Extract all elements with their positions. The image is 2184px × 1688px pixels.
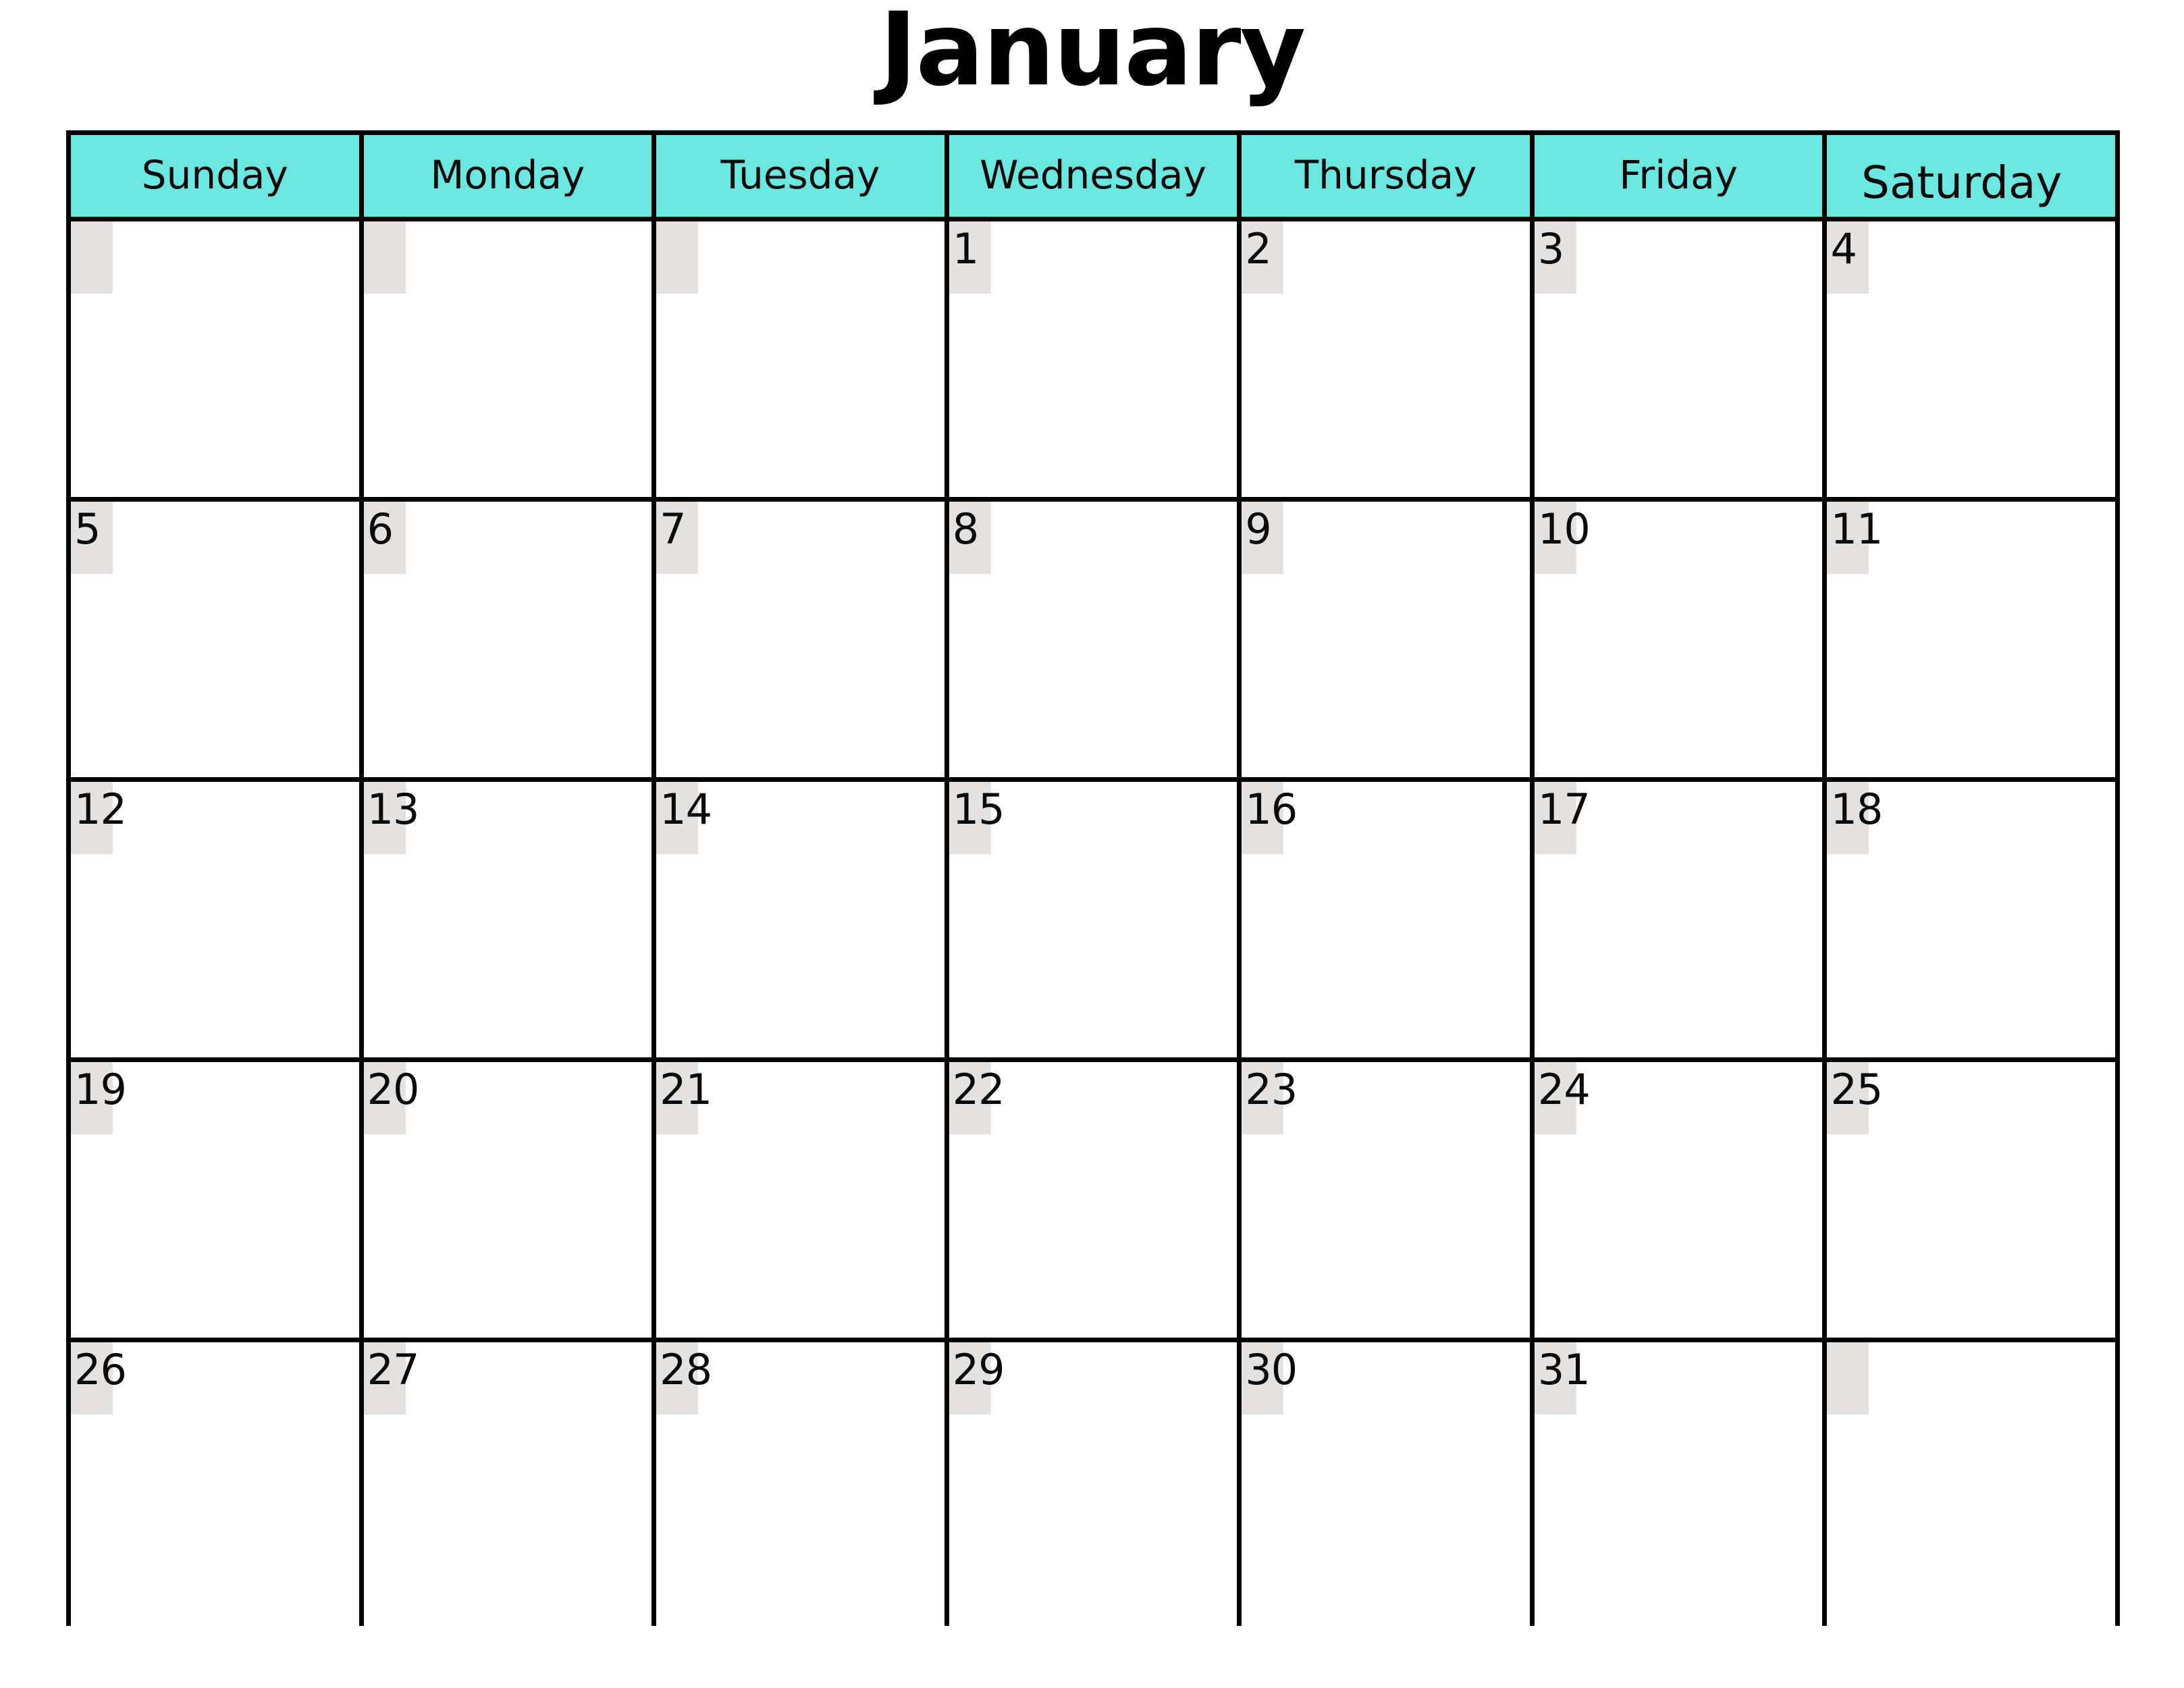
weekday-header-label: Sunday: [141, 151, 288, 198]
date-number: 8: [952, 504, 979, 554]
calendar-week-row: 19 20 21 22 23 24 25: [71, 1062, 2116, 1342]
date-number: 21: [660, 1065, 712, 1114]
date-number: 28: [660, 1345, 712, 1394]
date-number: 22: [952, 1065, 1005, 1114]
weekday-header-thursday: Thursday: [1242, 135, 1535, 217]
date-number: 13: [367, 785, 420, 834]
date-chip: [363, 221, 406, 294]
page-title: January: [879, 0, 1306, 109]
date-number: 16: [1245, 785, 1298, 834]
calendar-day-cell[interactable]: 14: [656, 782, 949, 1057]
calendar-day-cell[interactable]: 22: [949, 1062, 1242, 1338]
calendar-day-cell[interactable]: 30: [1242, 1342, 1535, 1626]
calendar-day-cell[interactable]: [1827, 1342, 2116, 1626]
calendar-day-cell[interactable]: 15: [949, 782, 1242, 1057]
calendar-day-cell[interactable]: 20: [363, 1062, 657, 1338]
date-number: 2: [1245, 224, 1271, 273]
weekday-header-friday: Friday: [1534, 135, 1828, 217]
calendar-day-cell[interactable]: 2: [1242, 221, 1535, 497]
date-number: 31: [1537, 1345, 1591, 1394]
calendar-day-cell[interactable]: 13: [363, 782, 657, 1057]
date-number: 15: [952, 785, 1005, 834]
date-number: 10: [1537, 504, 1591, 554]
calendar-day-cell[interactable]: 12: [71, 782, 364, 1057]
date-number: 5: [74, 504, 101, 554]
date-number: 1: [952, 224, 979, 273]
calendar-day-cell[interactable]: 8: [949, 502, 1242, 777]
calendar-week-row: 1 2 3 4: [71, 221, 2116, 502]
calendar-grid: Sunday Monday Tuesday Wednesday Thursday…: [66, 130, 2120, 1626]
weekday-header-label: Monday: [430, 151, 585, 198]
calendar-day-cell[interactable]: 21: [656, 1062, 949, 1338]
date-number: 27: [367, 1345, 420, 1394]
weekday-header-label: Saturday: [1861, 156, 2062, 209]
calendar-week-row: 12 13 14 15 16 17 18: [71, 782, 2116, 1062]
calendar-day-cell[interactable]: 11: [1827, 502, 2116, 777]
date-number: 4: [1830, 224, 1857, 273]
weekday-header-wednesday: Wednesday: [949, 135, 1242, 217]
weekday-header-row: Sunday Monday Tuesday Wednesday Thursday…: [71, 135, 2116, 221]
calendar-day-cell[interactable]: 28: [656, 1342, 949, 1626]
date-number: 6: [367, 504, 394, 554]
calendar-day-cell[interactable]: 23: [1242, 1062, 1535, 1338]
calendar-day-cell[interactable]: 29: [949, 1342, 1242, 1626]
calendar-day-cell[interactable]: 5: [71, 502, 364, 777]
date-number: 9: [1245, 504, 1271, 554]
calendar-day-cell[interactable]: 1: [949, 221, 1242, 497]
calendar-day-cell[interactable]: 9: [1242, 502, 1535, 777]
calendar-day-cell[interactable]: 27: [363, 1342, 657, 1626]
calendar-day-cell[interactable]: 7: [656, 502, 949, 777]
calendar-day-cell[interactable]: 6: [363, 502, 657, 777]
date-number: 17: [1537, 785, 1591, 834]
date-number: 11: [1830, 504, 1883, 554]
calendar-day-cell[interactable]: 16: [1242, 782, 1535, 1057]
date-number: 20: [367, 1065, 420, 1114]
calendar-week-row: 26 27 28 29 30 31: [71, 1342, 2116, 1626]
calendar-day-cell[interactable]: 26: [71, 1342, 364, 1626]
weekday-header-label: Wednesday: [980, 151, 1206, 198]
date-number: 7: [660, 504, 686, 554]
weekday-header-sunday: Sunday: [71, 135, 364, 217]
date-number: 19: [74, 1065, 127, 1114]
calendar-day-cell[interactable]: [71, 221, 364, 497]
calendar-day-cell[interactable]: 10: [1534, 502, 1828, 777]
date-number: 25: [1830, 1065, 1883, 1114]
date-chip: [1827, 1342, 1869, 1415]
date-number: 30: [1245, 1345, 1298, 1394]
calendar-day-cell[interactable]: 25: [1827, 1062, 2116, 1338]
calendar-day-cell[interactable]: 19: [71, 1062, 364, 1338]
date-number: 3: [1537, 224, 1564, 273]
date-number: 18: [1830, 785, 1883, 834]
calendar-day-cell[interactable]: 3: [1534, 221, 1828, 497]
date-number: 14: [660, 785, 712, 834]
calendar-page: January Sunday Monday Tuesday Wednesday …: [0, 0, 2184, 1688]
date-number: 23: [1245, 1065, 1298, 1114]
calendar-day-cell[interactable]: 4: [1827, 221, 2116, 497]
date-chip: [656, 221, 699, 294]
weekday-header-label: Thursday: [1294, 151, 1477, 198]
date-chip: [71, 221, 113, 294]
weekday-header-label: Tuesday: [720, 151, 880, 198]
calendar-day-cell[interactable]: 18: [1827, 782, 2116, 1057]
calendar-day-cell[interactable]: 24: [1534, 1062, 1828, 1338]
weekday-header-monday: Monday: [363, 135, 657, 217]
date-number: 12: [74, 785, 127, 834]
calendar-day-cell[interactable]: 17: [1534, 782, 1828, 1057]
date-number: 24: [1537, 1065, 1591, 1114]
weekday-header-saturday: Saturday: [1827, 135, 2116, 217]
calendar-day-cell[interactable]: [656, 221, 949, 497]
calendar-week-row: 5 6 7 8 9 10 11: [71, 502, 2116, 782]
weekday-header-tuesday: Tuesday: [656, 135, 949, 217]
calendar-day-cell[interactable]: [363, 221, 657, 497]
weekday-header-label: Friday: [1619, 151, 1738, 198]
date-number: 29: [952, 1345, 1005, 1394]
calendar-day-cell[interactable]: 31: [1534, 1342, 1828, 1626]
date-number: 26: [74, 1345, 127, 1394]
